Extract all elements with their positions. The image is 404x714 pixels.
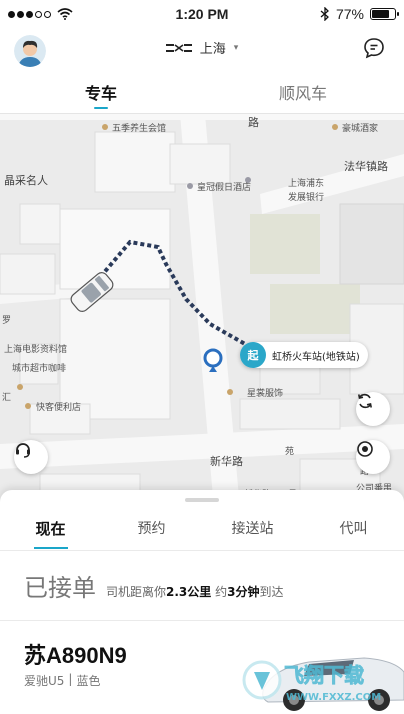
map-label-huangguan: 皇冠假日酒店 (197, 183, 252, 193)
eta-prefix: 约 (215, 585, 228, 599)
watermark-text: 飞翔下载 (284, 663, 364, 687)
brand-logo-icon (165, 43, 192, 52)
car-info: 爱驰U5 | 蓝色 (24, 672, 100, 689)
map-label-pudong-bank-1: 上海浦东 (288, 179, 325, 189)
order-sheet: 现在 预约 接送站 代叫 已接单 司机距离你2.3公里 约3分钟到达 苏A890… (0, 490, 404, 714)
status-time: 1:20 PM (175, 6, 229, 22)
locate-icon (357, 441, 373, 457)
divider (0, 620, 404, 621)
map-label-fahua-road: 法华镇路 (344, 160, 388, 173)
message-icon[interactable] (362, 36, 386, 60)
customer-service-button[interactable] (14, 440, 48, 474)
driver-distance: 司机距离你2.3公里 约3分钟到达 (106, 583, 284, 600)
sheet-grabber[interactable] (185, 498, 219, 502)
map-label-xinhua-road: 新华路 (210, 455, 243, 468)
headset-icon (16, 443, 30, 458)
tab-call-for-others[interactable]: 代叫 (303, 518, 404, 549)
map-label-jingcai: 晶采名人 (4, 174, 48, 187)
eta-value: 3分钟 (227, 585, 260, 599)
locate-button[interactable] (356, 440, 390, 474)
car-color: 蓝色 (76, 674, 101, 688)
tab-airport-transfer[interactable]: 接送站 (202, 518, 303, 549)
pickup-badge: 起 (240, 342, 266, 368)
license-plate: 苏A890N9 (24, 643, 127, 668)
status-bar: 1:20 PM 77% (0, 0, 404, 28)
refresh-button[interactable] (356, 392, 390, 426)
watermark-logo: 飞翔下载 WWW.FXXZ.COM (242, 660, 381, 703)
eta-suffix: 到达 (259, 585, 284, 599)
wifi-icon (57, 8, 73, 20)
order-status: 已接单 (24, 574, 96, 602)
map-label-haocheng: 豪城酒家 (342, 124, 379, 134)
map-label-pudong-bank-2: 发展银行 (288, 193, 325, 203)
map-view[interactable]: 五季养生会馆 路 豪城酒家 晶采名人 法华镇路 皇冠假日酒店 上海浦东 发展银行… (0, 114, 404, 509)
tab-reserve[interactable]: 预约 (101, 518, 202, 549)
app-header: 上海 ▾ (0, 28, 404, 70)
tab-carpool[interactable]: 顺风车 (202, 70, 404, 113)
city-selector[interactable]: 上海 ▾ (0, 38, 404, 57)
map-label-wuji: 五季养生会馆 (112, 124, 167, 134)
battery-percent: 77% (335, 6, 364, 22)
map-label-kuaike: 快客便利店 (36, 403, 82, 413)
watermark-url: WWW.FXXZ.COM (286, 692, 381, 703)
map-label-luo: 罗 (2, 316, 12, 326)
battery-icon (370, 8, 399, 20)
city-name: 上海 (199, 42, 226, 57)
map-label-coffee: 城市超市咖啡 (12, 364, 67, 374)
map-label-road-top: 路 (248, 116, 259, 129)
refresh-icon (358, 393, 372, 409)
map-label-xingcan: 星裳服饰 (247, 389, 284, 399)
map-label-hui: 汇 (2, 393, 12, 403)
map-label-yuan: 苑 (285, 447, 295, 457)
bluetooth-icon (320, 7, 329, 21)
divider (0, 550, 404, 551)
signal-area (8, 8, 148, 20)
chevron-down-icon: ▾ (233, 42, 239, 53)
distance-value: 2.3公里 (166, 585, 212, 599)
signal-strength-icon (8, 10, 51, 18)
car-model: 爱驰U5 (24, 674, 65, 688)
tab-premium-car[interactable]: 专车 (0, 70, 202, 113)
pickup-tag[interactable]: 起 虹桥火车站(地铁站) (240, 342, 368, 368)
tab-now[interactable]: 现在 (0, 518, 101, 549)
map-label-film: 上海电影资料馆 (4, 345, 68, 355)
service-tabs: 专车 顺风车 (0, 70, 404, 114)
car-info-separator: | (68, 672, 73, 686)
order-status-row: 已接单 司机距离你2.3公里 约3分钟到达 (24, 568, 284, 603)
ride-mode-tabs: 现在 预约 接送站 代叫 (0, 518, 404, 549)
pickup-label: 虹桥火车站(地铁站) (272, 351, 360, 363)
distance-prefix: 司机距离你 (106, 585, 167, 599)
